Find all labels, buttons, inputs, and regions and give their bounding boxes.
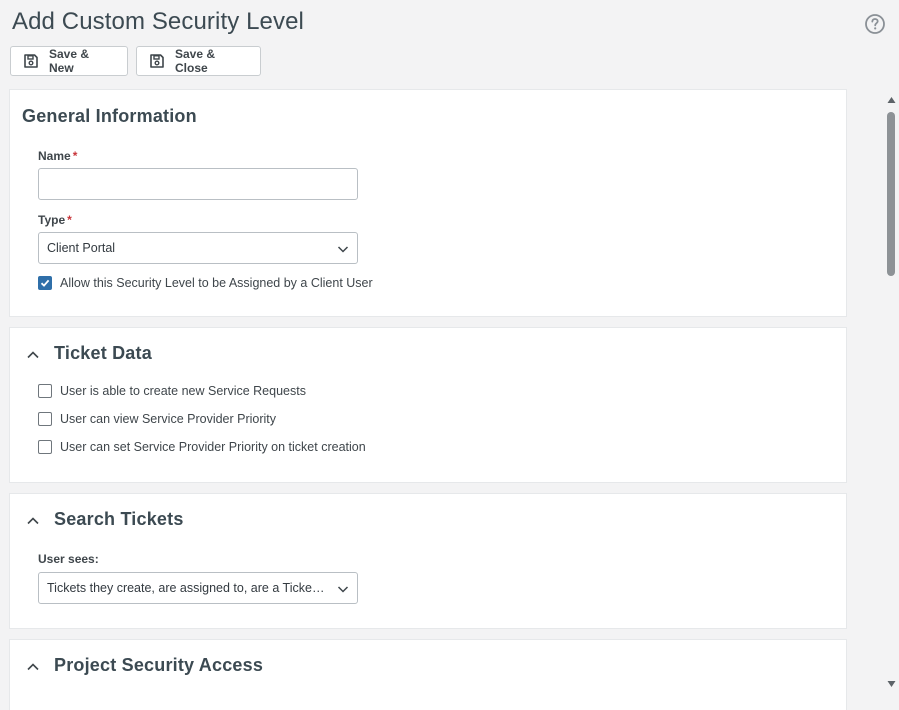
- scrollbar[interactable]: [884, 92, 899, 698]
- type-select-value: Client Portal: [47, 241, 116, 255]
- create-service-requests-checkbox[interactable]: [38, 384, 52, 398]
- general-information-section: General Information Name * Type * Client P…: [10, 90, 846, 316]
- user-sees-label: User sees:: [38, 552, 99, 566]
- view-provider-priority-label: User can view Service Provider Priority: [60, 412, 277, 426]
- type-label-text: Type: [38, 213, 66, 227]
- ticket-option-row[interactable]: User is able to create new Service Reque…: [38, 384, 306, 398]
- user-sees-select[interactable]: Tickets they create, are assigned to, ar…: [38, 572, 358, 604]
- ticket-option-row[interactable]: User can view Service Provider Priority: [38, 412, 276, 426]
- save-icon: [149, 53, 165, 69]
- search-tickets-section: Search Tickets User sees: Tickets they c…: [10, 494, 846, 628]
- scroll-thumb[interactable]: [887, 112, 895, 276]
- ticket-option-row[interactable]: User can set Service Provider Priority o…: [38, 440, 366, 454]
- set-provider-priority-checkbox[interactable]: [38, 440, 52, 454]
- project-security-section: Project Security Access: [10, 640, 846, 710]
- user-sees-select-value: Tickets they create, are assigned to, ar…: [47, 581, 327, 595]
- allow-assign-checkbox[interactable]: [38, 276, 52, 290]
- ticket-data-section: Ticket Data User is able to create new S…: [10, 328, 846, 482]
- allow-assign-label: Allow this Security Level to be Assigned…: [60, 276, 373, 290]
- chevron-down-icon: [337, 586, 349, 593]
- page-title: Add Custom Security Level: [12, 8, 304, 35]
- type-label: Type *: [38, 213, 72, 227]
- name-label-text: Name: [38, 149, 71, 163]
- chevron-up-icon[interactable]: [26, 514, 40, 528]
- set-provider-priority-label: User can set Service Provider Priority o…: [60, 440, 366, 454]
- name-label: Name *: [38, 149, 77, 163]
- save-and-new-button[interactable]: Save & New: [10, 46, 128, 76]
- save-and-new-label: Save & New: [49, 47, 90, 75]
- search-tickets-title[interactable]: Search Tickets: [54, 509, 184, 530]
- chevron-down-icon: [337, 246, 349, 253]
- required-mark: *: [67, 213, 72, 227]
- chevron-up-icon[interactable]: [26, 348, 40, 362]
- ticket-data-title[interactable]: Ticket Data: [54, 343, 152, 364]
- create-service-requests-label: User is able to create new Service Reque…: [60, 384, 306, 398]
- general-information-title: General Information: [22, 106, 197, 126]
- type-select[interactable]: Client Portal: [38, 232, 358, 264]
- project-security-title[interactable]: Project Security Access: [54, 655, 263, 676]
- allow-assign-row[interactable]: Allow this Security Level to be Assigned…: [38, 276, 373, 290]
- checkmark-icon: [40, 279, 50, 287]
- scroll-down-arrow-icon[interactable]: [887, 680, 896, 688]
- name-input[interactable]: [38, 168, 358, 200]
- chevron-up-icon[interactable]: [26, 660, 40, 674]
- save-and-close-button[interactable]: Save & Close: [136, 46, 261, 76]
- save-and-close-label: Save & Close: [175, 47, 216, 75]
- save-icon: [23, 53, 39, 69]
- help-icon[interactable]: [864, 13, 886, 35]
- view-provider-priority-checkbox[interactable]: [38, 412, 52, 426]
- required-mark: *: [72, 149, 78, 163]
- scroll-up-arrow-icon[interactable]: [887, 96, 896, 104]
- toolbar: Save & New Save & Close: [10, 46, 261, 76]
